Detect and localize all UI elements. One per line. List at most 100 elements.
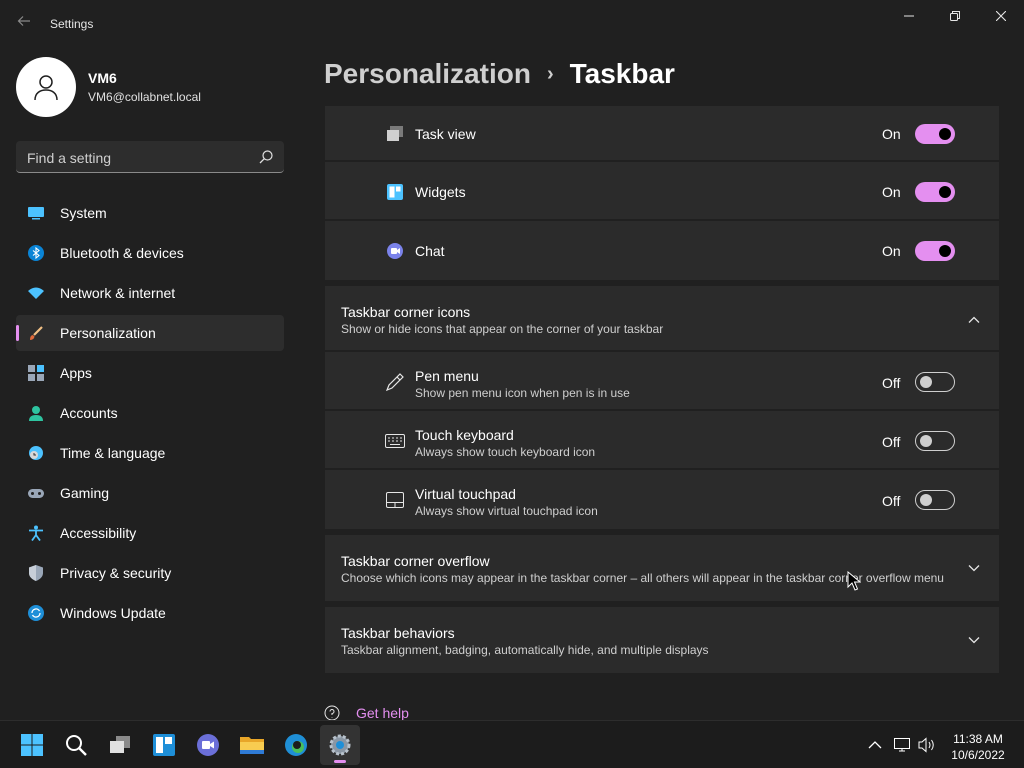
breadcrumb-parent[interactable]: Personalization	[324, 58, 531, 90]
sidebar-item-accessibility[interactable]: Accessibility	[16, 515, 284, 551]
chat-button[interactable]	[188, 725, 228, 765]
search-input[interactable]: Find a setting	[16, 141, 284, 173]
sidebar-item-privacy[interactable]: Privacy & security	[16, 555, 284, 591]
app-title: Settings	[50, 17, 94, 31]
close-button[interactable]	[978, 0, 1024, 32]
widgets-toggle[interactable]	[915, 182, 955, 202]
sidebar-item-label: Apps	[60, 365, 92, 381]
setting-label: Task view	[415, 126, 476, 142]
clock-date: 10/6/2022	[951, 748, 1005, 762]
help-icon	[324, 705, 340, 721]
chevron-down-icon[interactable]	[966, 632, 982, 648]
corner-icons-list: Pen menu Show pen menu icon when pen is …	[325, 352, 999, 529]
minimize-button[interactable]	[886, 0, 932, 32]
toggle-state: Off	[882, 434, 901, 450]
section-title: Taskbar corner overflow	[341, 553, 490, 569]
minimize-icon	[904, 15, 914, 17]
section-title: Taskbar corner icons	[341, 304, 471, 320]
toggle-state: On	[882, 184, 901, 200]
touch-keyboard-toggle[interactable]	[915, 431, 955, 451]
setting-row-pen-menu: Pen menu Show pen menu icon when pen is …	[325, 352, 999, 411]
corner-icons-header[interactable]: Taskbar corner icons Show or hide icons …	[325, 286, 999, 352]
settings-app-button[interactable]	[320, 725, 360, 765]
get-help-label: Get help	[356, 705, 409, 721]
network-tray-button[interactable]	[892, 735, 914, 755]
chevron-up-icon	[868, 741, 882, 749]
get-help-link[interactable]: Get help	[324, 705, 409, 721]
wifi-icon	[28, 285, 44, 301]
setting-label: Pen menu	[415, 368, 479, 384]
gear-icon	[329, 734, 351, 756]
user-email: VM6@collabnet.local	[88, 90, 201, 104]
system-clock[interactable]: 11:38 AM 10/6/2022	[946, 731, 1010, 763]
update-icon	[28, 605, 44, 621]
edge-icon	[285, 734, 307, 756]
search-placeholder: Find a setting	[27, 150, 112, 166]
setting-sublabel: Always show virtual touchpad icon	[415, 504, 598, 518]
toggle-state: On	[882, 243, 901, 259]
avatar	[16, 57, 76, 117]
task-view-button[interactable]	[100, 725, 140, 765]
chevron-up-icon[interactable]	[966, 312, 982, 328]
volume-tray-button[interactable]	[916, 735, 938, 755]
restore-icon	[950, 11, 960, 21]
sidebar-item-personalization[interactable]: Personalization	[16, 315, 284, 351]
sidebar-item-label: Accounts	[60, 405, 118, 421]
widgets-button[interactable]	[144, 725, 184, 765]
sidebar-item-system[interactable]: System	[16, 195, 284, 231]
chat-icon	[197, 734, 219, 756]
folder-icon	[240, 737, 264, 754]
close-icon	[996, 11, 1006, 21]
sidebar-item-label: Accessibility	[60, 525, 137, 541]
back-button[interactable]	[12, 12, 36, 36]
behaviors-section[interactable]: Taskbar behaviors Taskbar alignment, bad…	[325, 607, 999, 673]
search-icon	[259, 150, 273, 164]
show-hidden-icons-button[interactable]	[864, 735, 886, 755]
back-arrow-icon	[17, 16, 30, 26]
search-icon	[66, 735, 87, 756]
brush-icon	[28, 325, 44, 341]
setting-row-chat: Chat On	[325, 222, 999, 280]
active-app-indicator	[334, 760, 346, 763]
sidebar-item-bluetooth[interactable]: Bluetooth & devices	[16, 235, 284, 271]
sidebar-item-time-language[interactable]: Time & language	[16, 435, 284, 471]
clock-time: 11:38 AM	[953, 732, 1003, 746]
user-name: VM6	[88, 70, 117, 86]
sidebar-item-windows-update[interactable]: Windows Update	[16, 595, 284, 631]
chevron-down-icon[interactable]	[966, 560, 982, 576]
sidebar-item-label: Windows Update	[60, 605, 166, 621]
file-explorer-button[interactable]	[232, 725, 272, 765]
monitor-icon	[28, 205, 44, 221]
section-subtitle: Taskbar alignment, badging, automaticall…	[341, 643, 709, 657]
task-view-icon	[110, 736, 130, 753]
sidebar-item-apps[interactable]: Apps	[16, 355, 284, 391]
start-button[interactable]	[12, 725, 52, 765]
toggle-state: Off	[882, 493, 901, 509]
breadcrumb: Personalization › Taskbar	[324, 58, 675, 90]
setting-row-virtual-touchpad: Virtual touchpad Always show virtual tou…	[325, 471, 999, 529]
person-icon	[34, 75, 58, 101]
pen-menu-toggle[interactable]	[915, 372, 955, 392]
taskbar-search-button[interactable]	[56, 725, 96, 765]
mouse-cursor-icon	[847, 571, 861, 591]
person-icon	[28, 405, 44, 421]
sidebar-item-network[interactable]: Network & internet	[16, 275, 284, 311]
sidebar-item-gaming[interactable]: Gaming	[16, 475, 284, 511]
sidebar-item-label: Gaming	[60, 485, 110, 501]
user-profile[interactable]: VM6 VM6@collabnet.local	[16, 57, 201, 117]
setting-row-touch-keyboard: Touch keyboard Always show touch keyboar…	[325, 412, 999, 470]
sidebar-item-accounts[interactable]: Accounts	[16, 395, 284, 431]
touchpad-icon	[385, 490, 405, 510]
setting-label: Virtual touchpad	[415, 486, 516, 502]
virtual-touchpad-toggle[interactable]	[915, 490, 955, 510]
corner-overflow-section[interactable]: Taskbar corner overflow Choose which ico…	[325, 535, 999, 601]
keyboard-icon	[385, 431, 405, 451]
sidebar-item-label: Bluetooth & devices	[60, 245, 184, 261]
sidebar-nav: System Bluetooth & devices Network & int…	[16, 195, 284, 635]
shield-icon	[28, 565, 44, 581]
edge-browser-button[interactable]	[276, 725, 316, 765]
chat-toggle[interactable]	[915, 241, 955, 261]
restore-button[interactable]	[932, 0, 978, 32]
windows-logo-icon	[21, 734, 43, 756]
task-view-toggle[interactable]	[915, 124, 955, 144]
